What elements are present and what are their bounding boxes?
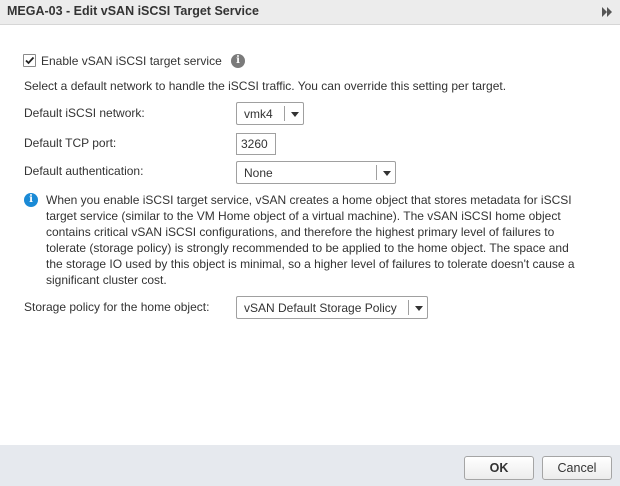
info-icon: i <box>24 193 38 207</box>
info-icon[interactable]: i <box>231 54 245 68</box>
cancel-button[interactable]: Cancel <box>542 456 612 480</box>
enable-service-label[interactable]: Enable vSAN iSCSI target service <box>41 54 222 68</box>
auth-select[interactable]: None <box>236 161 396 184</box>
enable-service-checkbox[interactable] <box>23 54 36 67</box>
network-value: vmk4 <box>244 107 273 121</box>
network-select[interactable]: vmk4 <box>236 102 304 125</box>
policy-select[interactable]: vSAN Default Storage Policy <box>236 296 428 319</box>
auth-value: None <box>244 166 273 180</box>
policy-label: Storage policy for the home object: <box>24 300 210 314</box>
network-description: Select a default network to handle the i… <box>24 79 507 93</box>
caret-down-icon <box>383 171 391 176</box>
port-label: Default TCP port: <box>24 136 117 150</box>
checkmark-icon <box>25 56 35 65</box>
policy-value: vSAN Default Storage Policy <box>244 301 397 315</box>
caret-down-icon <box>291 112 299 117</box>
port-input[interactable]: 3260 <box>236 133 276 155</box>
ok-button[interactable]: OK <box>464 456 534 480</box>
info-message: When you enable iSCSI target service, vS… <box>46 193 575 287</box>
dialog-footer: OK Cancel <box>0 445 620 486</box>
auth-label: Default authentication: <box>24 164 144 178</box>
network-label: Default iSCSI network: <box>24 106 145 120</box>
double-chevron-right-icon[interactable] <box>600 5 614 19</box>
dialog-title: MEGA-03 - Edit vSAN iSCSI Target Service <box>7 4 259 18</box>
caret-down-icon <box>415 306 423 311</box>
dialog-titlebar: MEGA-03 - Edit vSAN iSCSI Target Service <box>0 0 620 25</box>
